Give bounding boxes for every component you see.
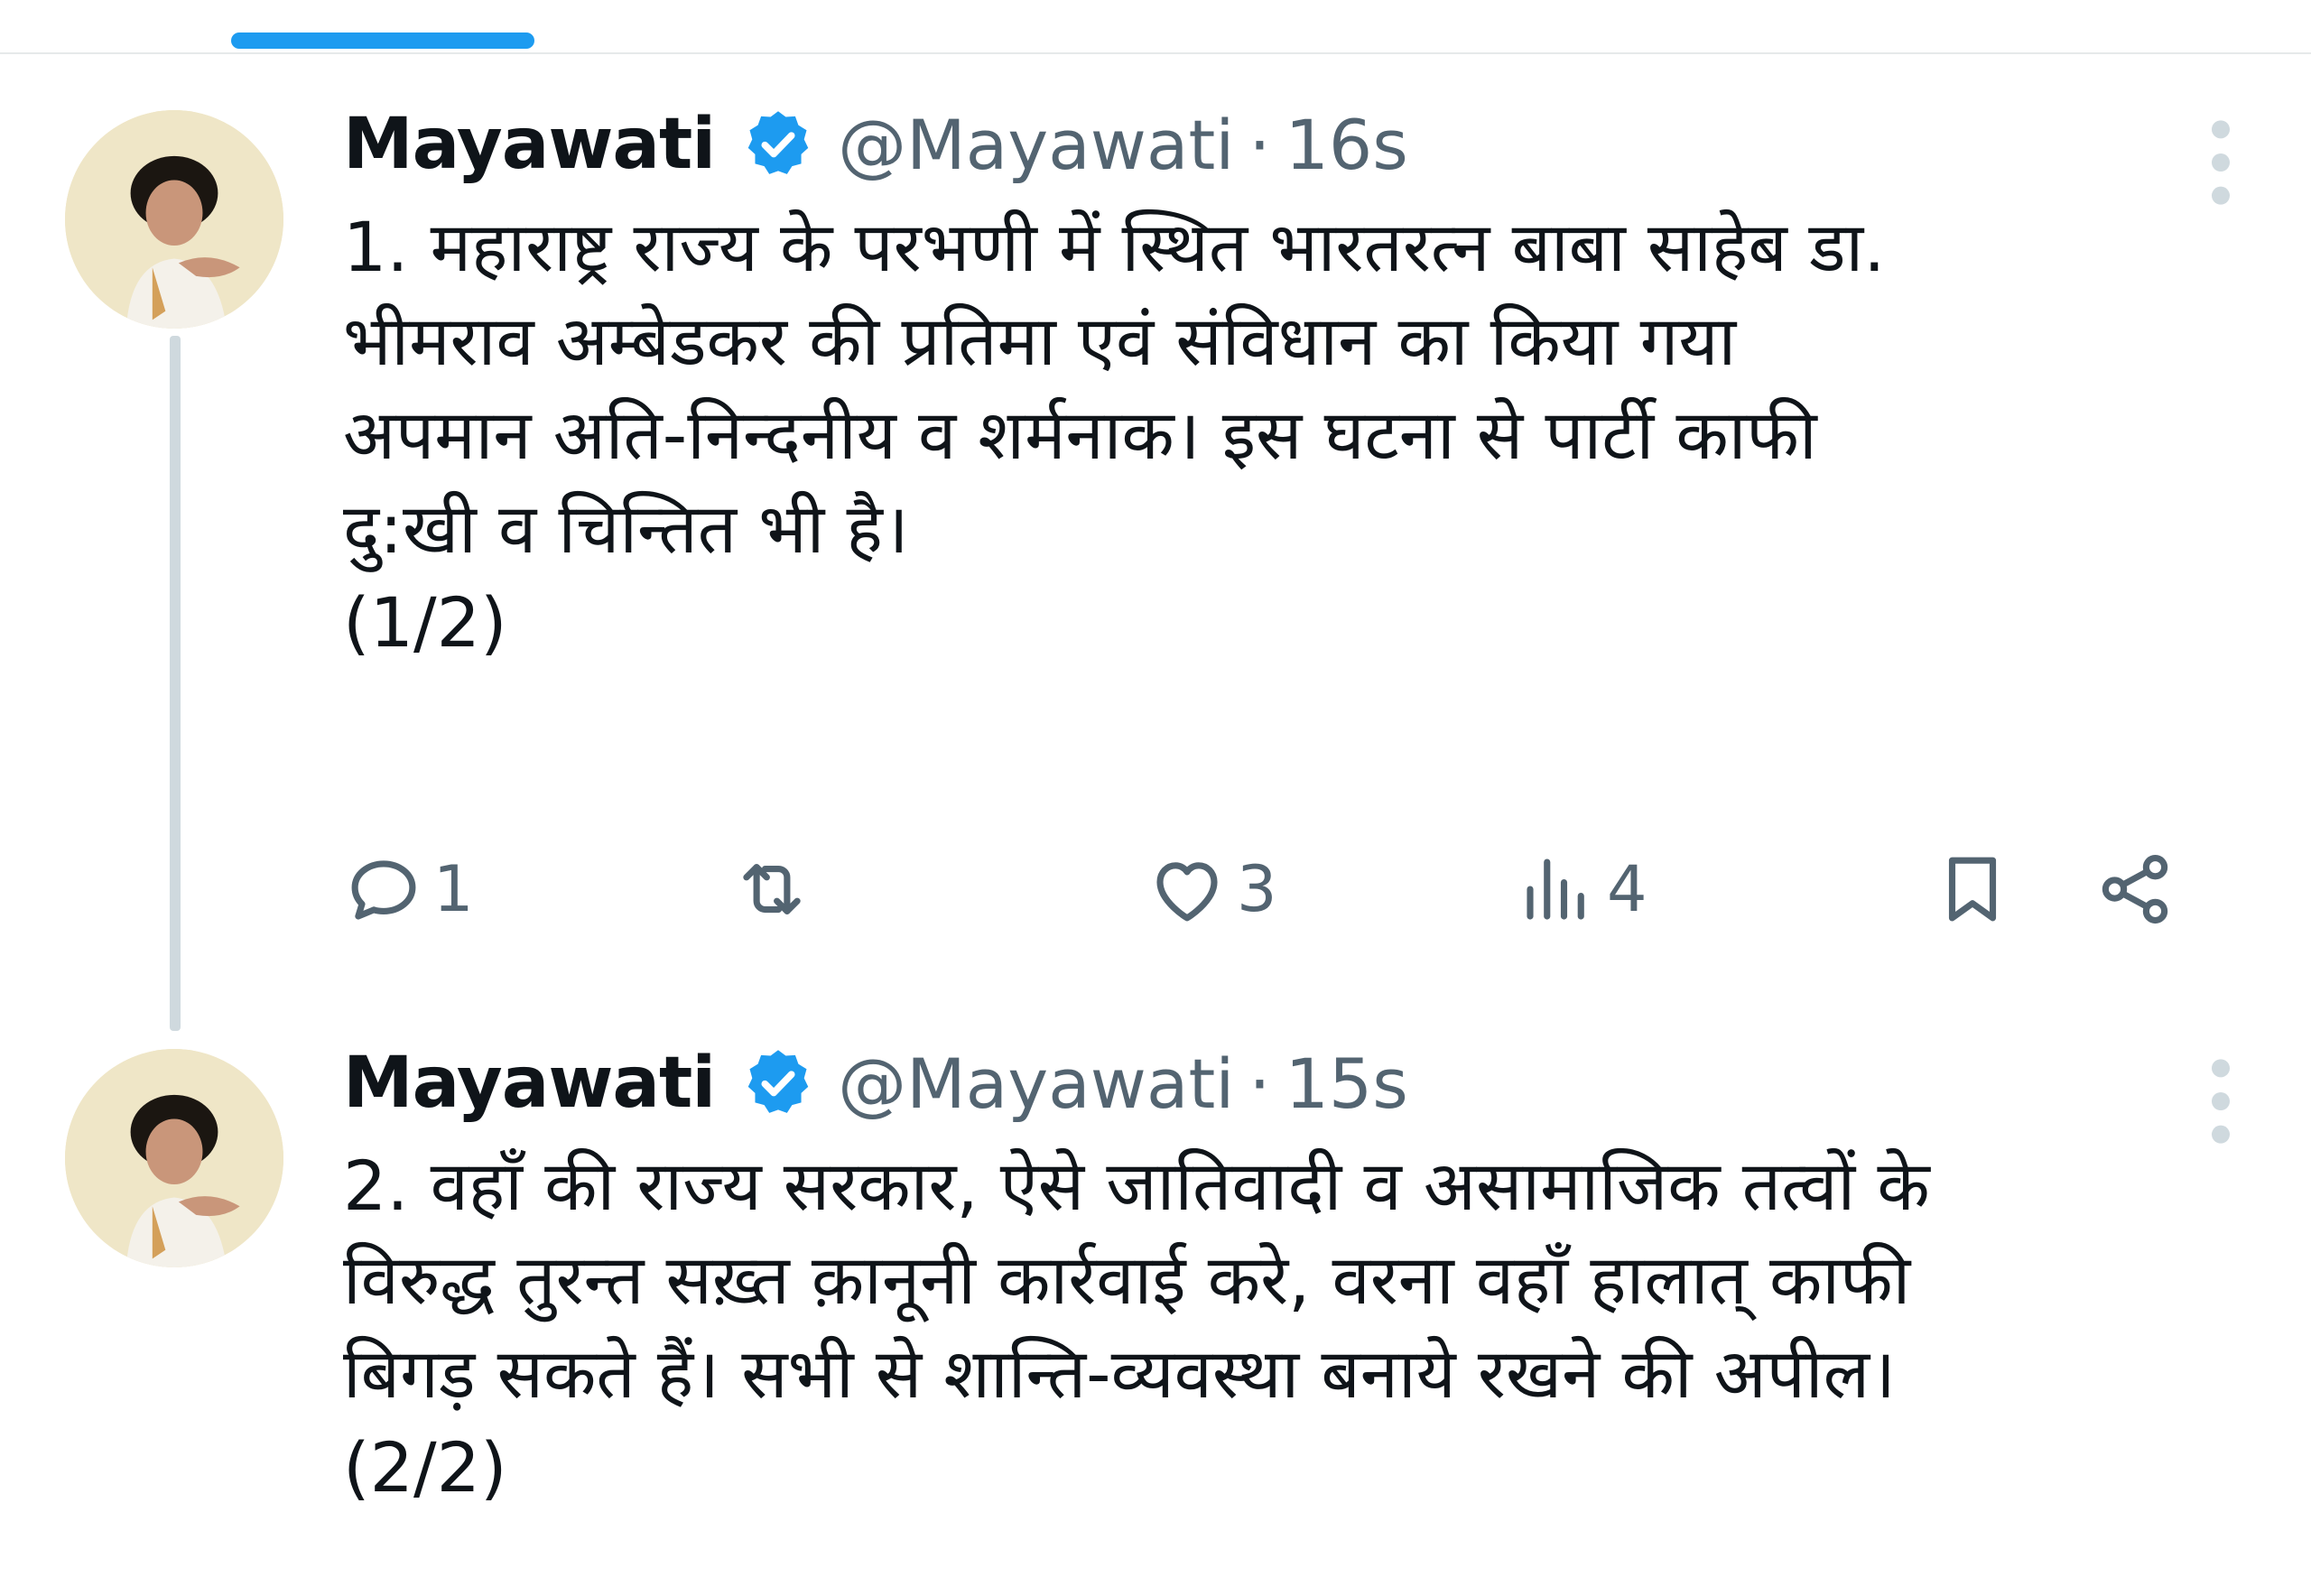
tweet-body: 2. वहाँ की राज्य सरकार, ऐसे जातिवादी व अ… [343,1139,2194,1515]
avatar[interactable] [65,1049,283,1267]
views-chart-icon [1527,858,1584,920]
timestamp[interactable]: 16s [1285,105,1408,185]
reply-icon [351,860,416,920]
display-name[interactable]: Mayawati [343,1043,716,1124]
like-button[interactable]: 3 [1146,830,1277,948]
display-name[interactable]: Mayawati [343,104,716,185]
tweet-body: 1. महाराष्ट्र राज्य के परभणी में स्थित भ… [343,200,2194,670]
tweet-text-line: 2. वहाँ की राज्य सरकार, ऐसे जातिवादी व अ… [343,1146,1930,1226]
tweet-1[interactable]: Mayawati @Mayawati · 16s 1. महाराष्ट्र र… [0,90,2311,1029]
thread-counter: (1/2) [343,582,507,663]
retweet-button[interactable] [731,830,821,948]
tweet-content: Mayawati @Mayawati · 16s 1. महाराष्ट्र र… [343,90,2203,670]
share-button[interactable] [2094,830,2176,948]
verified-badge-icon [747,1050,809,1113]
views-count: 4 [1607,852,1647,926]
more-options-icon[interactable] [2203,1056,2239,1146]
tweet-text-line: अपमान अति-निन्दनीय व शर्मनाक। इस घटना से… [343,394,1817,475]
reply-button[interactable]: 1 [343,830,474,948]
separator-dot: · [1248,1043,1271,1124]
heart-icon [1156,862,1218,922]
tweet-header: Mayawati @Mayawati · 16s [343,90,2203,199]
timestamp[interactable]: 15s [1285,1044,1408,1124]
tweet-text-line: विरुद्ध तुरन्त सख़्त क़ानूनी कार्रवाई कर… [343,1239,1911,1320]
user-handle[interactable]: @Mayawati [838,105,1234,185]
header-divider [0,52,2311,54]
tweet-2[interactable]: Mayawati @Mayawati · 15s 2. वहाँ की राज्… [0,1029,2311,1596]
retweet-icon [743,864,801,914]
more-options-icon[interactable] [2203,117,2239,208]
tweet-actions: 1 3 4 [343,830,2185,948]
user-handle[interactable]: @Mayawati [838,1044,1234,1124]
reply-count: 1 [433,852,474,926]
tweet-text-line: बिगड़ सकते हैं। सभी से शान्ति-व्यवस्था ब… [343,1333,1896,1414]
thread-counter: (2/2) [343,1427,507,1508]
views-button[interactable]: 4 [1517,830,1647,948]
tweet-content: Mayawati @Mayawati · 15s 2. वहाँ की राज्… [343,1029,2203,1515]
verified-badge-icon [747,111,809,174]
tweet-text-line: भीमराव अम्बेडकर की प्रतिमा एवं संविधान क… [343,301,1737,381]
like-count: 3 [1237,852,1277,926]
avatar-photo-icon [65,110,283,329]
avatar-photo-icon [65,1049,283,1267]
tweet-header: Mayawati @Mayawati · 15s [343,1029,2203,1137]
tweet-text-line: 1. महाराष्ट्र राज्य के परभणी में स्थित भ… [343,207,1886,287]
bookmark-icon [1948,857,1997,922]
active-tab-indicator [231,32,534,49]
bookmark-button[interactable] [1932,830,2013,948]
share-icon [2102,854,2168,924]
tweet-text-line: दु:खी व चिन्तित भी है। [343,488,909,569]
avatar[interactable] [65,110,283,329]
separator-dot: · [1248,104,1271,185]
